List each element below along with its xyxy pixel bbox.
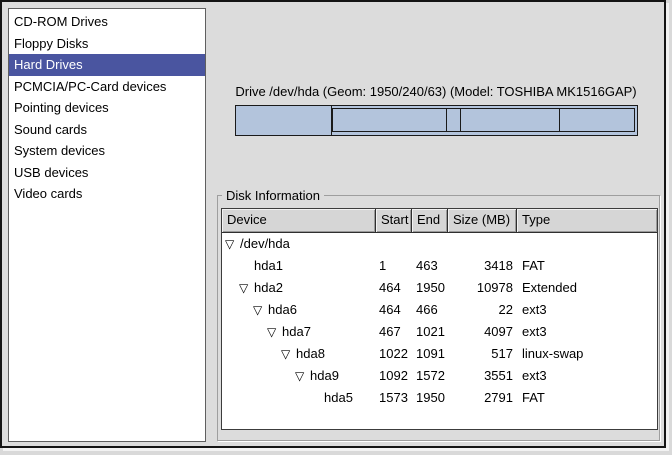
table-row[interactable]: ▽hda6 46446622ext3: [222, 299, 657, 321]
size-mb: 3418: [448, 255, 517, 277]
category-list[interactable]: CD-ROM DrivesFloppy DisksHard DrivesPCMC…: [8, 8, 206, 442]
sidebar-item[interactable]: PCMCIA/PC-Card devices: [9, 76, 205, 98]
end-cylinder: [412, 233, 448, 255]
sidebar-item[interactable]: CD-ROM Drives: [9, 11, 205, 33]
end-cylinder: 1021: [412, 321, 448, 343]
sidebar-item[interactable]: Floppy Disks: [9, 33, 205, 55]
device-name: hda2: [254, 280, 283, 295]
table-row[interactable]: hda5 157319502791FAT: [222, 387, 657, 409]
sidebar-item[interactable]: System devices: [9, 140, 205, 162]
end-cylinder: 463: [412, 255, 448, 277]
end-cylinder: 1572: [412, 365, 448, 387]
hardware-browser-window: CD-ROM DrivesFloppy DisksHard DrivesPCMC…: [0, 0, 666, 448]
device-name: hda8: [296, 346, 325, 361]
end-cylinder: 1091: [412, 343, 448, 365]
partition-bar: [235, 105, 638, 136]
device-name: hda1: [254, 258, 283, 273]
partition-type: Extended: [517, 277, 657, 299]
start-cylinder: [376, 233, 412, 255]
expander-open-icon[interactable]: ▽: [225, 233, 240, 255]
column-header-type[interactable]: Type: [517, 209, 657, 233]
start-cylinder: 1022: [376, 343, 412, 365]
logical-partition-divider: [460, 109, 461, 131]
table-row[interactable]: ▽hda7 46710214097ext3: [222, 321, 657, 343]
device-name: hda6: [268, 302, 297, 317]
size-mb: 10978: [448, 277, 517, 299]
partition-type: [517, 233, 657, 255]
disk-information-label: Disk Information: [222, 188, 324, 203]
column-header-start[interactable]: Start: [376, 209, 412, 233]
partition-type: linux-swap: [517, 343, 657, 365]
start-cylinder: 467: [376, 321, 412, 343]
size-mb: [448, 233, 517, 255]
end-cylinder: 1950: [412, 387, 448, 409]
disk-table-body: ▽/dev/hdahda114633418FAT▽hda246419501097…: [222, 233, 657, 409]
start-cylinder: 1573: [376, 387, 412, 409]
size-mb: 3551: [448, 365, 517, 387]
column-header-end[interactable]: End: [412, 209, 448, 233]
size-mb: 517: [448, 343, 517, 365]
device-name: hda5: [324, 390, 353, 405]
column-header-size-mb[interactable]: Size (MB): [448, 209, 517, 233]
device-name: /dev/hda: [240, 236, 290, 251]
expander-open-icon[interactable]: ▽: [239, 277, 254, 299]
start-cylinder: 464: [376, 299, 412, 321]
sidebar-item[interactable]: USB devices: [9, 162, 205, 184]
extended-partition-outline: [331, 108, 635, 132]
disk-table-header: DeviceStartEndSize (MB)Type: [222, 209, 657, 233]
size-mb: 2791: [448, 387, 517, 409]
logical-partition-divider: [446, 109, 447, 131]
start-cylinder: 1092: [376, 365, 412, 387]
sidebar-item[interactable]: Sound cards: [9, 119, 205, 141]
table-row[interactable]: ▽hda8 10221091517linux-swap: [222, 343, 657, 365]
expander-open-icon[interactable]: ▽: [267, 321, 282, 343]
table-row[interactable]: hda1 14633418FAT: [222, 255, 657, 277]
table-row[interactable]: ▽hda9 109215723551ext3: [222, 365, 657, 387]
expander-open-icon[interactable]: ▽: [281, 343, 296, 365]
column-header-device[interactable]: Device: [222, 209, 376, 233]
end-cylinder: 1950: [412, 277, 448, 299]
sidebar-item[interactable]: Hard Drives: [9, 54, 205, 76]
size-mb: 22: [448, 299, 517, 321]
logical-partition-divider: [559, 109, 560, 131]
device-name: hda7: [282, 324, 311, 339]
start-cylinder: 464: [376, 277, 412, 299]
sidebar-item[interactable]: Pointing devices: [9, 97, 205, 119]
logical-partition-divider: [332, 109, 333, 131]
start-cylinder: 1: [376, 255, 412, 277]
device-name: hda9: [310, 368, 339, 383]
size-mb: 4097: [448, 321, 517, 343]
table-row[interactable]: ▽hda2 464195010978Extended: [222, 277, 657, 299]
expander-open-icon[interactable]: ▽: [253, 299, 268, 321]
expander-open-icon[interactable]: ▽: [295, 365, 310, 387]
partition-type: ext3: [517, 321, 657, 343]
table-row[interactable]: ▽/dev/hda: [222, 233, 657, 255]
partition-type: ext3: [517, 365, 657, 387]
partition-type: FAT: [517, 255, 657, 277]
partition-type: ext3: [517, 299, 657, 321]
disk-table: DeviceStartEndSize (MB)Type ▽/dev/hdahda…: [221, 208, 658, 430]
sidebar-item[interactable]: Video cards: [9, 183, 205, 205]
partition-type: FAT: [517, 387, 657, 409]
drive-title: Drive /dev/hda (Geom: 1950/240/63) (Mode…: [230, 84, 642, 99]
end-cylinder: 466: [412, 299, 448, 321]
